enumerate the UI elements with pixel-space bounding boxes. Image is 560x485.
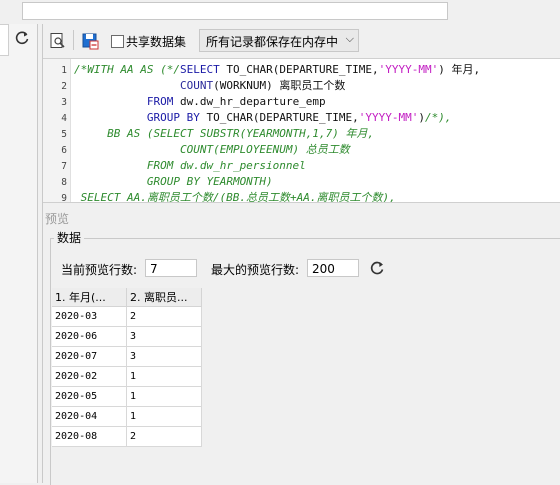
code-line: GROUP BY TO_CHAR(DEPARTURE_TIME,'YYYY-MM… [146, 111, 452, 124]
line-number: 6 [61, 145, 67, 156]
current-rows-label: 当前预览行数: [61, 263, 138, 277]
code-line: COUNT(WORKNUM) 离职员工个数 [179, 79, 346, 92]
top-strip [0, 0, 560, 24]
current-rows-field[interactable]: 7 [145, 259, 197, 277]
line-number: 1 [61, 65, 67, 76]
sql-editor[interactable]: 1 2 3 4 5 6 7 8 9 /*WITH AA AS (*/SELECT… [43, 58, 560, 203]
line-number: 2 [61, 81, 67, 92]
code-line: FROM dw.dw_hr_persionnel [74, 159, 306, 172]
code-line: COUNT(EMPLOYEENUM) 总员工数 [74, 143, 350, 156]
data-group-label: 数据 [54, 229, 85, 246]
table-cell[interactable]: 2 [127, 307, 202, 327]
line-number-gutter: 1 2 3 4 5 6 7 8 9 [43, 59, 71, 203]
refresh-icon[interactable] [14, 30, 30, 46]
table-cell[interactable]: 2020-03 [52, 307, 127, 327]
share-dataset-label: 共享数据集 [126, 35, 187, 49]
preview-pane: 预览 数据 当前预览行数: 7 最大的预览行数: 200 1. 年月(... 2… [43, 202, 560, 485]
table-cell[interactable]: 1 [127, 407, 202, 427]
left-panel-tab[interactable] [0, 24, 9, 56]
sql-toolbar: 共享数据集 所有记录都保存在内存中 ⌵ [43, 24, 560, 58]
line-number: 5 [61, 129, 67, 140]
table-cell[interactable]: 3 [127, 327, 202, 347]
table-cell[interactable]: 2020-07 [52, 347, 127, 367]
save-mode-value: 所有记录都保存在内存中 [206, 35, 339, 49]
table-cell[interactable]: 2020-08 [52, 427, 127, 447]
code-line: BB AS (SELECT SUBSTR(YEARMONTH,1,7) 年月, [74, 127, 375, 140]
document-search-icon[interactable] [49, 32, 67, 50]
share-dataset-checkbox[interactable] [111, 35, 124, 48]
column-header[interactable]: 2. 离职员... [127, 288, 202, 307]
table-cell[interactable]: 3 [127, 347, 202, 367]
chevron-down-icon: ⌵ [345, 32, 354, 45]
line-number: 7 [61, 161, 67, 172]
table-cell[interactable]: 1 [127, 367, 202, 387]
table-cell[interactable]: 2020-04 [52, 407, 127, 427]
code-line: GROUP BY YEARMONTH) [74, 175, 273, 188]
table-cell[interactable]: 2 [127, 427, 202, 447]
save-mode-dropdown[interactable]: 所有记录都保存在内存中 ⌵ [199, 29, 359, 52]
table-cell[interactable]: 2020-06 [52, 327, 127, 347]
max-rows-label: 最大的预览行数: [211, 263, 300, 277]
max-rows-field[interactable]: 200 [307, 259, 359, 277]
column-header[interactable]: 1. 年月(... [52, 288, 127, 307]
line-number: 8 [61, 177, 67, 188]
left-panel [0, 24, 37, 483]
code-line: /*WITH AA AS (*/SELECT TO_CHAR(DEPARTURE… [74, 63, 481, 76]
line-number: 4 [61, 113, 67, 124]
pane-divider[interactable] [37, 24, 38, 483]
toolbar-separator [73, 30, 74, 50]
refresh-icon[interactable] [369, 260, 385, 276]
code-line: FROM dw.dw_hr_departure_emp [146, 95, 326, 108]
table-cell[interactable]: 2020-05 [52, 387, 127, 407]
line-number: 3 [61, 97, 67, 108]
preview-title: 预览 [45, 212, 70, 226]
table-cell[interactable]: 1 [127, 387, 202, 407]
address-field[interactable] [22, 2, 448, 20]
table-cell[interactable]: 2020-02 [52, 367, 127, 387]
save-parameter-icon[interactable] [81, 32, 99, 50]
